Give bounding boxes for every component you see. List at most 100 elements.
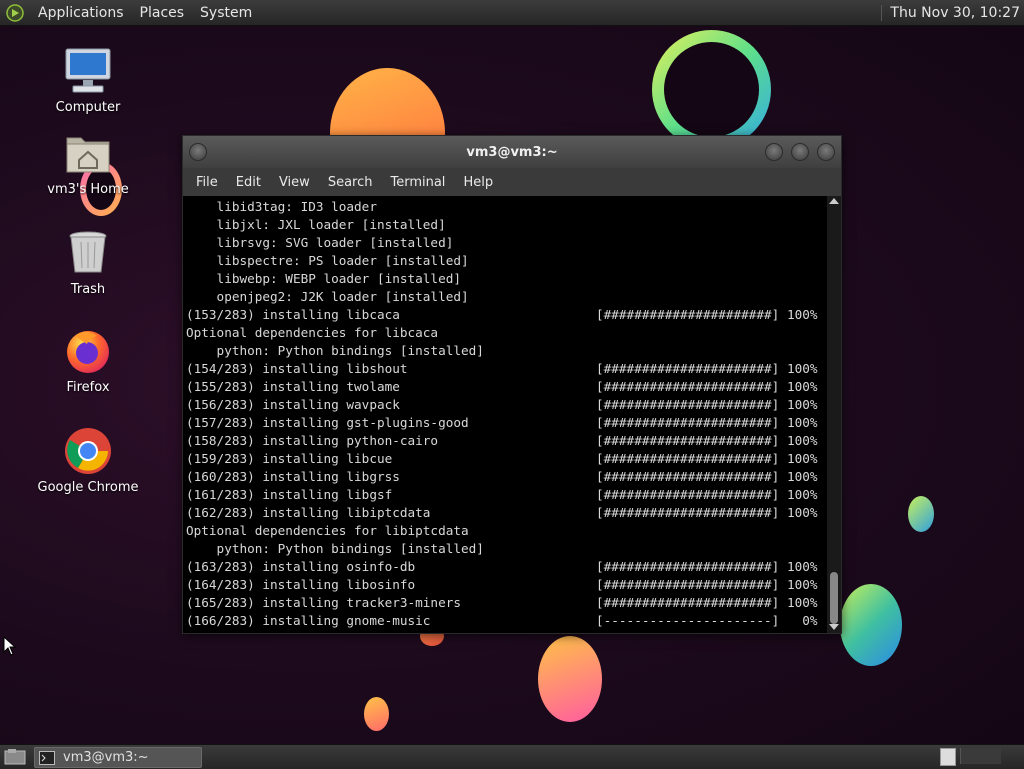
terminal-line-text: (154/283) installing libshout bbox=[186, 361, 408, 376]
progress-bar-text: [######################] 100% bbox=[596, 361, 818, 376]
terminal-line: (153/283) installing libcaca [###########… bbox=[186, 306, 827, 324]
menu-search[interactable]: Search bbox=[319, 175, 382, 190]
terminal-line-text: librsvg: SVG loader [installed] bbox=[186, 235, 454, 250]
terminal-line-text: (165/283) installing tracker3-miners bbox=[186, 595, 461, 610]
terminal-line: (154/283) installing libshout [##########… bbox=[186, 360, 827, 378]
desktop-icon-label: Google Chrome bbox=[37, 480, 139, 495]
distro-logo-icon[interactable] bbox=[6, 3, 24, 22]
desktop-icon-computer[interactable]: Computer bbox=[28, 46, 148, 115]
terminal-line-text: (161/283) installing libgsf bbox=[186, 487, 393, 502]
menu-help[interactable]: Help bbox=[454, 175, 502, 190]
wallpaper-blob-small bbox=[364, 697, 389, 731]
terminal-line: (163/283) installing osinfo-db [#########… bbox=[186, 558, 827, 576]
desktop-icon-label: Computer bbox=[55, 100, 121, 115]
terminal-line-text: (156/283) installing wavpack bbox=[186, 397, 400, 412]
terminal-line: libwebp: WEBP loader [installed] bbox=[186, 270, 827, 288]
terminal-line-text: (166/283) installing gnome-music bbox=[186, 613, 431, 628]
desktop-icon-label: Firefox bbox=[66, 380, 110, 395]
terminal-output[interactable]: libid3tag: ID3 loader libjxl: JXL loader… bbox=[183, 196, 827, 633]
desktop-icon-firefox[interactable]: Firefox bbox=[28, 326, 148, 395]
workspace-switcher[interactable] bbox=[940, 748, 956, 766]
terminal-line-text: openjpeg2: J2K loader [installed] bbox=[186, 289, 469, 304]
terminal-line-text: libjxl: JXL loader [installed] bbox=[186, 217, 446, 232]
progress-bar-text: [######################] 100% bbox=[596, 505, 818, 520]
terminal-line: python: Python bindings [installed] bbox=[186, 342, 827, 360]
scrollbar-thumb[interactable] bbox=[830, 572, 838, 624]
terminal-line-text: (163/283) installing osinfo-db bbox=[186, 559, 416, 574]
chrome-icon bbox=[63, 426, 113, 476]
terminal-window[interactable]: vm3@vm3:~ File Edit View Search Terminal… bbox=[182, 135, 842, 634]
menu-file[interactable]: File bbox=[187, 175, 227, 190]
terminal-line-text: (158/283) installing python-cairo bbox=[186, 433, 439, 448]
firefox-icon bbox=[63, 326, 113, 376]
top-panel: Applications Places System Thu Nov 30, 1… bbox=[0, 0, 1024, 26]
window-titlebar[interactable]: vm3@vm3:~ bbox=[183, 136, 841, 168]
terminal-line: python: Python bindings [installed] bbox=[186, 540, 827, 558]
home-folder-icon bbox=[63, 128, 113, 178]
progress-bar-text: [######################] 100% bbox=[596, 415, 818, 430]
terminal-line: libspectre: PS loader [installed] bbox=[186, 252, 827, 270]
terminal-line: Optional dependencies for libcaca bbox=[186, 324, 827, 342]
menu-edit[interactable]: Edit bbox=[227, 175, 270, 190]
applications-menu[interactable]: Applications bbox=[30, 5, 132, 21]
terminal-scrollbar[interactable] bbox=[827, 196, 841, 633]
places-menu[interactable]: Places bbox=[132, 5, 193, 21]
system-menu[interactable]: System bbox=[192, 5, 260, 21]
desktop-icon-label: Trash bbox=[70, 282, 106, 297]
progress-bar-text: [######################] 100% bbox=[596, 559, 818, 574]
desktop-icon-chrome[interactable]: Google Chrome bbox=[28, 426, 148, 495]
terminal-line: (164/283) installing libosinfo [#########… bbox=[186, 576, 827, 594]
terminal-line: libjxl: JXL loader [installed] bbox=[186, 216, 827, 234]
terminal-line: openjpeg2: J2K loader [installed] bbox=[186, 288, 827, 306]
progress-bar-text: [######################] 100% bbox=[596, 451, 818, 466]
show-desktop-icon[interactable] bbox=[4, 748, 26, 766]
mouse-cursor-icon bbox=[3, 636, 17, 656]
wallpaper-ring bbox=[652, 30, 771, 149]
bottom-panel: vm3@vm3:~ bbox=[0, 744, 1024, 769]
terminal-menubar: File Edit View Search Terminal Help bbox=[183, 168, 841, 196]
close-button[interactable] bbox=[817, 143, 835, 161]
progress-bar-text: [######################] 100% bbox=[596, 487, 818, 502]
terminal-line: librsvg: SVG loader [installed] bbox=[186, 234, 827, 252]
taskbar-window-button[interactable]: vm3@vm3:~ bbox=[34, 747, 202, 768]
terminal-line: libid3tag: ID3 loader bbox=[186, 198, 827, 216]
terminal-line-text: libspectre: PS loader [installed] bbox=[186, 253, 469, 268]
menu-view[interactable]: View bbox=[270, 175, 319, 190]
desktop-icon-home[interactable]: vm3's Home bbox=[28, 128, 148, 197]
terminal-line-text: (155/283) installing twolame bbox=[186, 379, 400, 394]
wallpaper-blob-right bbox=[908, 496, 934, 532]
terminal-line-text: (159/283) installing libcue bbox=[186, 451, 393, 466]
terminal-line: (158/283) installing python-cairo [######… bbox=[186, 432, 827, 450]
terminal-line-text: Optional dependencies for libcaca bbox=[186, 325, 439, 340]
trash-icon bbox=[63, 228, 113, 278]
clock[interactable]: Thu Nov 30, 10:27 bbox=[881, 4, 1024, 21]
terminal-line-text: libid3tag: ID3 loader bbox=[186, 199, 377, 214]
terminal-line-text: Optional dependencies for libiptcdata bbox=[186, 523, 469, 538]
scroll-up-arrow-icon[interactable] bbox=[829, 198, 839, 204]
wallpaper-blob-bottom bbox=[538, 636, 602, 722]
terminal-line: (159/283) installing libcue [############… bbox=[186, 450, 827, 468]
workspace-switcher-2[interactable] bbox=[960, 748, 1001, 764]
terminal-line-text: (164/283) installing libosinfo bbox=[186, 577, 416, 592]
window-title: vm3@vm3:~ bbox=[466, 145, 558, 160]
terminal-line-text: (162/283) installing libiptcdata bbox=[186, 505, 431, 520]
terminal-line-text: (157/283) installing gst-plugins-good bbox=[186, 415, 469, 430]
desktop-icon-trash[interactable]: Trash bbox=[28, 228, 148, 297]
terminal-line-text: libwebp: WEBP loader [installed] bbox=[186, 271, 461, 286]
minimize-button[interactable] bbox=[765, 143, 783, 161]
progress-bar-text: [######################] 100% bbox=[596, 379, 818, 394]
taskbar-window-label: vm3@vm3:~ bbox=[63, 750, 149, 765]
terminal-line-text: python: Python bindings [installed] bbox=[186, 343, 484, 358]
terminal-icon bbox=[39, 750, 55, 765]
terminal-line: (166/283) installing gnome-music [-------… bbox=[186, 612, 827, 630]
terminal-line: (160/283) installing libgrss [###########… bbox=[186, 468, 827, 486]
terminal-line-text: (153/283) installing libcaca bbox=[186, 307, 400, 322]
progress-bar-text: [######################] 100% bbox=[596, 577, 818, 592]
progress-bar-text: [----------------------] 0% bbox=[596, 613, 818, 628]
maximize-button[interactable] bbox=[791, 143, 809, 161]
terminal-line: (156/283) installing wavpack [###########… bbox=[186, 396, 827, 414]
terminal-line: (161/283) installing libgsf [############… bbox=[186, 486, 827, 504]
scroll-down-arrow-icon[interactable] bbox=[829, 624, 839, 630]
progress-bar-text: [######################] 100% bbox=[596, 469, 818, 484]
menu-terminal[interactable]: Terminal bbox=[381, 175, 454, 190]
